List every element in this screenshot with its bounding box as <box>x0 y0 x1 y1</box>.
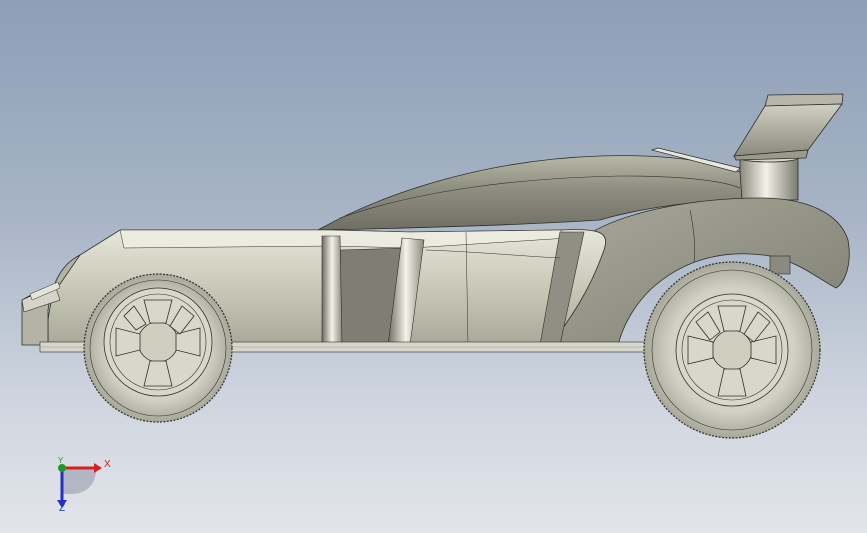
z-axis-label: Z <box>59 503 66 514</box>
car-model[interactable] <box>0 0 867 533</box>
front-wheel <box>83 273 233 423</box>
graphics-viewport[interactable]: X Y Z <box>0 0 867 533</box>
y-axis-label: Y <box>58 456 64 465</box>
orientation-triad: X Y Z <box>40 448 120 518</box>
rear-wing-strut <box>739 153 799 201</box>
rear-wheel <box>643 261 821 439</box>
rear-wing <box>733 93 844 161</box>
x-axis-label: X <box>104 459 111 470</box>
